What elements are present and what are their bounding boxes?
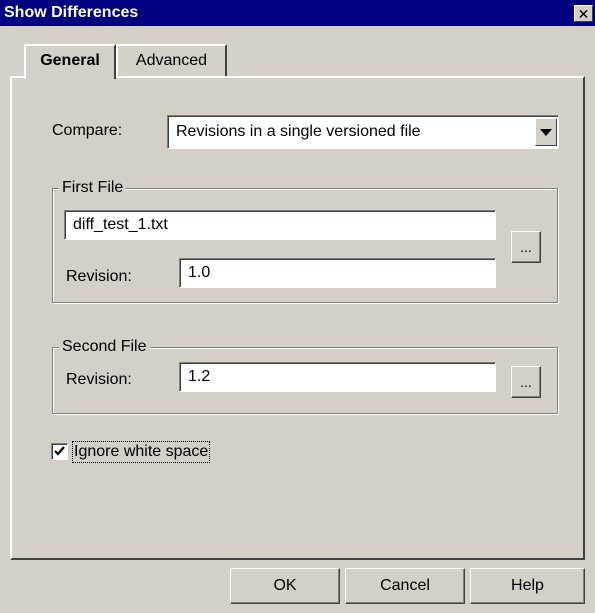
- cancel-button-label: Cancel: [380, 577, 430, 594]
- tab-general[interactable]: General: [24, 44, 116, 79]
- checkmark-icon: [54, 446, 65, 456]
- tab-advanced[interactable]: Advanced: [116, 44, 227, 76]
- compare-select-value: Revisions in a single versioned file: [176, 123, 421, 140]
- ok-button[interactable]: OK: [230, 568, 340, 604]
- help-button-label: Help: [511, 577, 544, 594]
- second-file-browse-label: ...: [520, 374, 532, 390]
- second-revision-label: Revision:: [66, 371, 132, 388]
- tab-advanced-label: Advanced: [135, 52, 208, 69]
- ok-button-label: OK: [273, 577, 297, 594]
- first-revision-value: 1.0: [188, 264, 211, 281]
- tab-general-label: General: [40, 52, 100, 69]
- second-revision-value: 1.2: [188, 368, 211, 385]
- title-bar: Show Differences ✕: [0, 0, 595, 26]
- compare-select[interactable]: Revisions in a single versioned file: [167, 115, 559, 149]
- second-revision-field[interactable]: 1.2: [179, 362, 496, 392]
- help-button[interactable]: Help: [470, 568, 585, 604]
- ignore-whitespace-checkbox[interactable]: [51, 443, 68, 460]
- close-button[interactable]: ✕: [574, 5, 593, 22]
- second-file-browse-button[interactable]: ...: [511, 366, 541, 398]
- compare-label: Compare:: [52, 122, 123, 139]
- first-file-path-value: diff_test_1.txt: [73, 216, 168, 233]
- first-revision-field[interactable]: 1.0: [179, 258, 496, 288]
- first-file-group-label: First File: [59, 179, 127, 197]
- ignore-whitespace-label[interactable]: Ignore white space: [72, 441, 211, 463]
- first-file-path-field[interactable]: diff_test_1.txt: [64, 210, 496, 240]
- second-file-group-label: Second File: [59, 338, 150, 356]
- first-file-browse-label: ...: [520, 239, 532, 255]
- cancel-button[interactable]: Cancel: [345, 568, 465, 604]
- first-file-browse-button[interactable]: ...: [511, 231, 541, 263]
- window-title: Show Differences: [4, 4, 139, 21]
- chevron-down-icon[interactable]: [535, 118, 557, 146]
- first-revision-label: Revision:: [66, 268, 132, 285]
- close-icon: ✕: [577, 5, 590, 22]
